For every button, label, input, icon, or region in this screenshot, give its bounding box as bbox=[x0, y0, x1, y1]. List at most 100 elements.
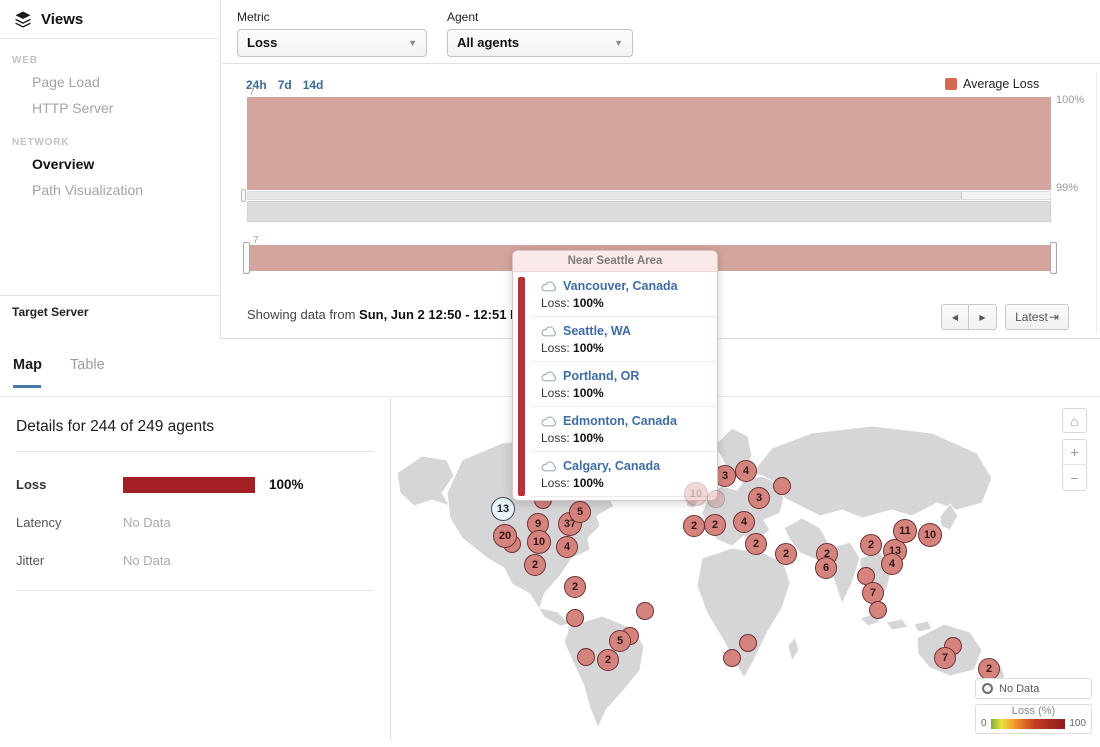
chart-axis-band bbox=[247, 201, 1051, 222]
map-cluster[interactable] bbox=[773, 477, 791, 495]
views-sidebar: Views WEB Page Load HTTP Server NETWORK … bbox=[0, 0, 221, 339]
agent-field: Agent All agents ▼ bbox=[447, 10, 633, 63]
loss-severity-stripe bbox=[518, 277, 525, 496]
y-axis-99: 99% bbox=[1056, 182, 1078, 194]
tab-table[interactable]: Table bbox=[70, 357, 105, 373]
map-cluster[interactable]: 2 bbox=[860, 534, 882, 556]
agent-link[interactable]: Edmonton, Canada bbox=[541, 414, 709, 428]
map-zoom-out-button[interactable]: − bbox=[1063, 465, 1086, 490]
sidebar-item-path-visualization[interactable]: Path Visualization bbox=[0, 177, 220, 203]
chart-scrollbar[interactable] bbox=[247, 191, 1051, 200]
map-cluster[interactable] bbox=[566, 609, 584, 627]
map-cluster[interactable]: 5 bbox=[609, 630, 631, 652]
map-cluster[interactable]: 2 bbox=[704, 514, 726, 536]
sidebar-item-overview[interactable]: Overview bbox=[0, 151, 220, 177]
map-cluster[interactable]: 6 bbox=[815, 557, 837, 579]
brush-handle-right[interactable] bbox=[1050, 242, 1057, 274]
agent-name: Edmonton, Canada bbox=[563, 414, 677, 428]
divider bbox=[16, 451, 374, 452]
map-legend-nodata: No Data bbox=[975, 678, 1092, 699]
metric-toolbar: Metric Loss ▼ Agent All agents ▼ bbox=[222, 0, 1100, 64]
map-cluster[interactable]: 2 bbox=[524, 554, 546, 576]
map-cluster[interactable]: 3 bbox=[748, 487, 770, 509]
map-cluster[interactable]: 11 bbox=[893, 519, 917, 543]
map-home-button[interactable]: ⌂ bbox=[1062, 408, 1087, 433]
prev-round-button[interactable]: ◀ bbox=[941, 304, 969, 330]
map-cluster[interactable]: 2 bbox=[564, 576, 586, 598]
map-cluster[interactable]: 4 bbox=[735, 460, 757, 482]
agent-name: Calgary, Canada bbox=[563, 459, 660, 473]
loss-prefix: Loss: bbox=[541, 476, 570, 490]
map-cluster[interactable]: 2 bbox=[775, 543, 797, 565]
agent-loss: Loss: 100% bbox=[541, 296, 709, 310]
skip-to-latest-icon: ⇥ bbox=[1049, 310, 1059, 324]
agent-details-panel: Details for 244 of 249 agents Loss 100% … bbox=[0, 398, 391, 740]
tab-map[interactable]: Map bbox=[13, 357, 42, 373]
agent-link[interactable]: Portland, OR bbox=[541, 369, 709, 383]
status-time-range: Sun, Jun 2 12:50 - 12:51 PDT bbox=[359, 307, 536, 322]
loss-row: Loss 100% bbox=[0, 476, 390, 493]
map-cluster[interactable]: 5 bbox=[569, 501, 591, 523]
average-loss-swatch bbox=[945, 78, 957, 90]
loss-gradient-bar bbox=[991, 719, 1066, 729]
map-cluster[interactable]: 2 bbox=[978, 658, 1000, 680]
map-cluster[interactable]: 4 bbox=[556, 536, 578, 558]
popup-title: Near Seattle Area bbox=[513, 251, 717, 272]
scrollbar-left-nub[interactable] bbox=[241, 189, 246, 202]
map-zoom-in-button[interactable]: + bbox=[1063, 440, 1086, 465]
loss-value: 100% bbox=[573, 296, 604, 310]
map-cluster[interactable] bbox=[723, 649, 741, 667]
map-cluster[interactable]: 20 bbox=[493, 524, 517, 548]
map-cluster[interactable]: 4 bbox=[881, 553, 903, 575]
map-cluster[interactable] bbox=[636, 602, 654, 620]
loss-prefix: Loss: bbox=[541, 296, 570, 310]
range-tab-14d[interactable]: 14d bbox=[303, 78, 324, 92]
map-cluster[interactable]: 10 bbox=[527, 530, 551, 554]
world-map[interactable]: 13209103754210343224222621341110725272 ⌂… bbox=[392, 398, 1100, 740]
map-cluster[interactable]: 2 bbox=[597, 649, 619, 671]
agent-name: Portland, OR bbox=[563, 369, 639, 383]
map-cluster[interactable]: 4 bbox=[733, 511, 755, 533]
sidebar-item-page-load[interactable]: Page Load bbox=[0, 69, 220, 95]
loss-value: 100% bbox=[573, 431, 604, 445]
chart-scrollbar-handle[interactable] bbox=[248, 192, 962, 199]
agent-link[interactable]: Seattle, WA bbox=[541, 324, 709, 338]
agent-link[interactable]: Calgary, Canada bbox=[541, 459, 709, 473]
agent-loss: Loss: 100% bbox=[541, 386, 709, 400]
next-round-button[interactable]: ▶ bbox=[969, 304, 997, 330]
metric-select[interactable]: Loss ▼ bbox=[237, 29, 427, 57]
map-cluster[interactable] bbox=[739, 634, 757, 652]
chevron-down-icon: ▼ bbox=[408, 30, 417, 56]
popup-agent-entry: Seattle, WA Loss: 100% bbox=[531, 317, 717, 362]
map-cluster[interactable]: 2 bbox=[745, 533, 767, 555]
agent-loss: Loss: 100% bbox=[541, 431, 709, 445]
minus-icon: − bbox=[1070, 470, 1078, 486]
loss-prefix: Loss: bbox=[541, 431, 570, 445]
brush-handle-left[interactable] bbox=[243, 242, 250, 274]
map-cluster[interactable]: 10 bbox=[918, 523, 942, 547]
cloud-agent-icon bbox=[541, 281, 557, 292]
map-cluster[interactable]: 2 bbox=[683, 515, 705, 537]
map-cluster[interactable] bbox=[707, 490, 725, 508]
status-prefix: Showing data from bbox=[247, 307, 355, 322]
agent-loss: Loss: 100% bbox=[541, 341, 709, 355]
loss-bar bbox=[123, 477, 255, 493]
map-cluster-nodata[interactable]: 13 bbox=[491, 497, 515, 521]
latest-button[interactable]: Latest ⇥ bbox=[1005, 304, 1069, 330]
map-cluster[interactable] bbox=[577, 648, 595, 666]
map-zoom-control: + − bbox=[1062, 439, 1087, 491]
jitter-value: No Data bbox=[123, 553, 171, 568]
map-cluster[interactable]: 7 bbox=[934, 647, 956, 669]
map-cluster[interactable] bbox=[869, 601, 887, 619]
sidebar-item-http-server[interactable]: HTTP Server bbox=[0, 95, 220, 121]
metric-rows: Loss 100% Latency No Data Jitter No Data bbox=[0, 476, 390, 569]
agent-link[interactable]: Vancouver, Canada bbox=[541, 279, 709, 293]
cloud-agent-icon bbox=[541, 371, 557, 382]
agent-label: Agent bbox=[447, 10, 633, 24]
loss-value: 100% bbox=[269, 477, 304, 492]
range-tab-7d[interactable]: 7d bbox=[278, 78, 292, 92]
agent-select[interactable]: All agents ▼ bbox=[447, 29, 633, 57]
home-icon: ⌂ bbox=[1070, 413, 1078, 429]
map-cluster[interactable]: 10 bbox=[684, 482, 708, 506]
loss-timeline-chart[interactable] bbox=[247, 97, 1051, 190]
